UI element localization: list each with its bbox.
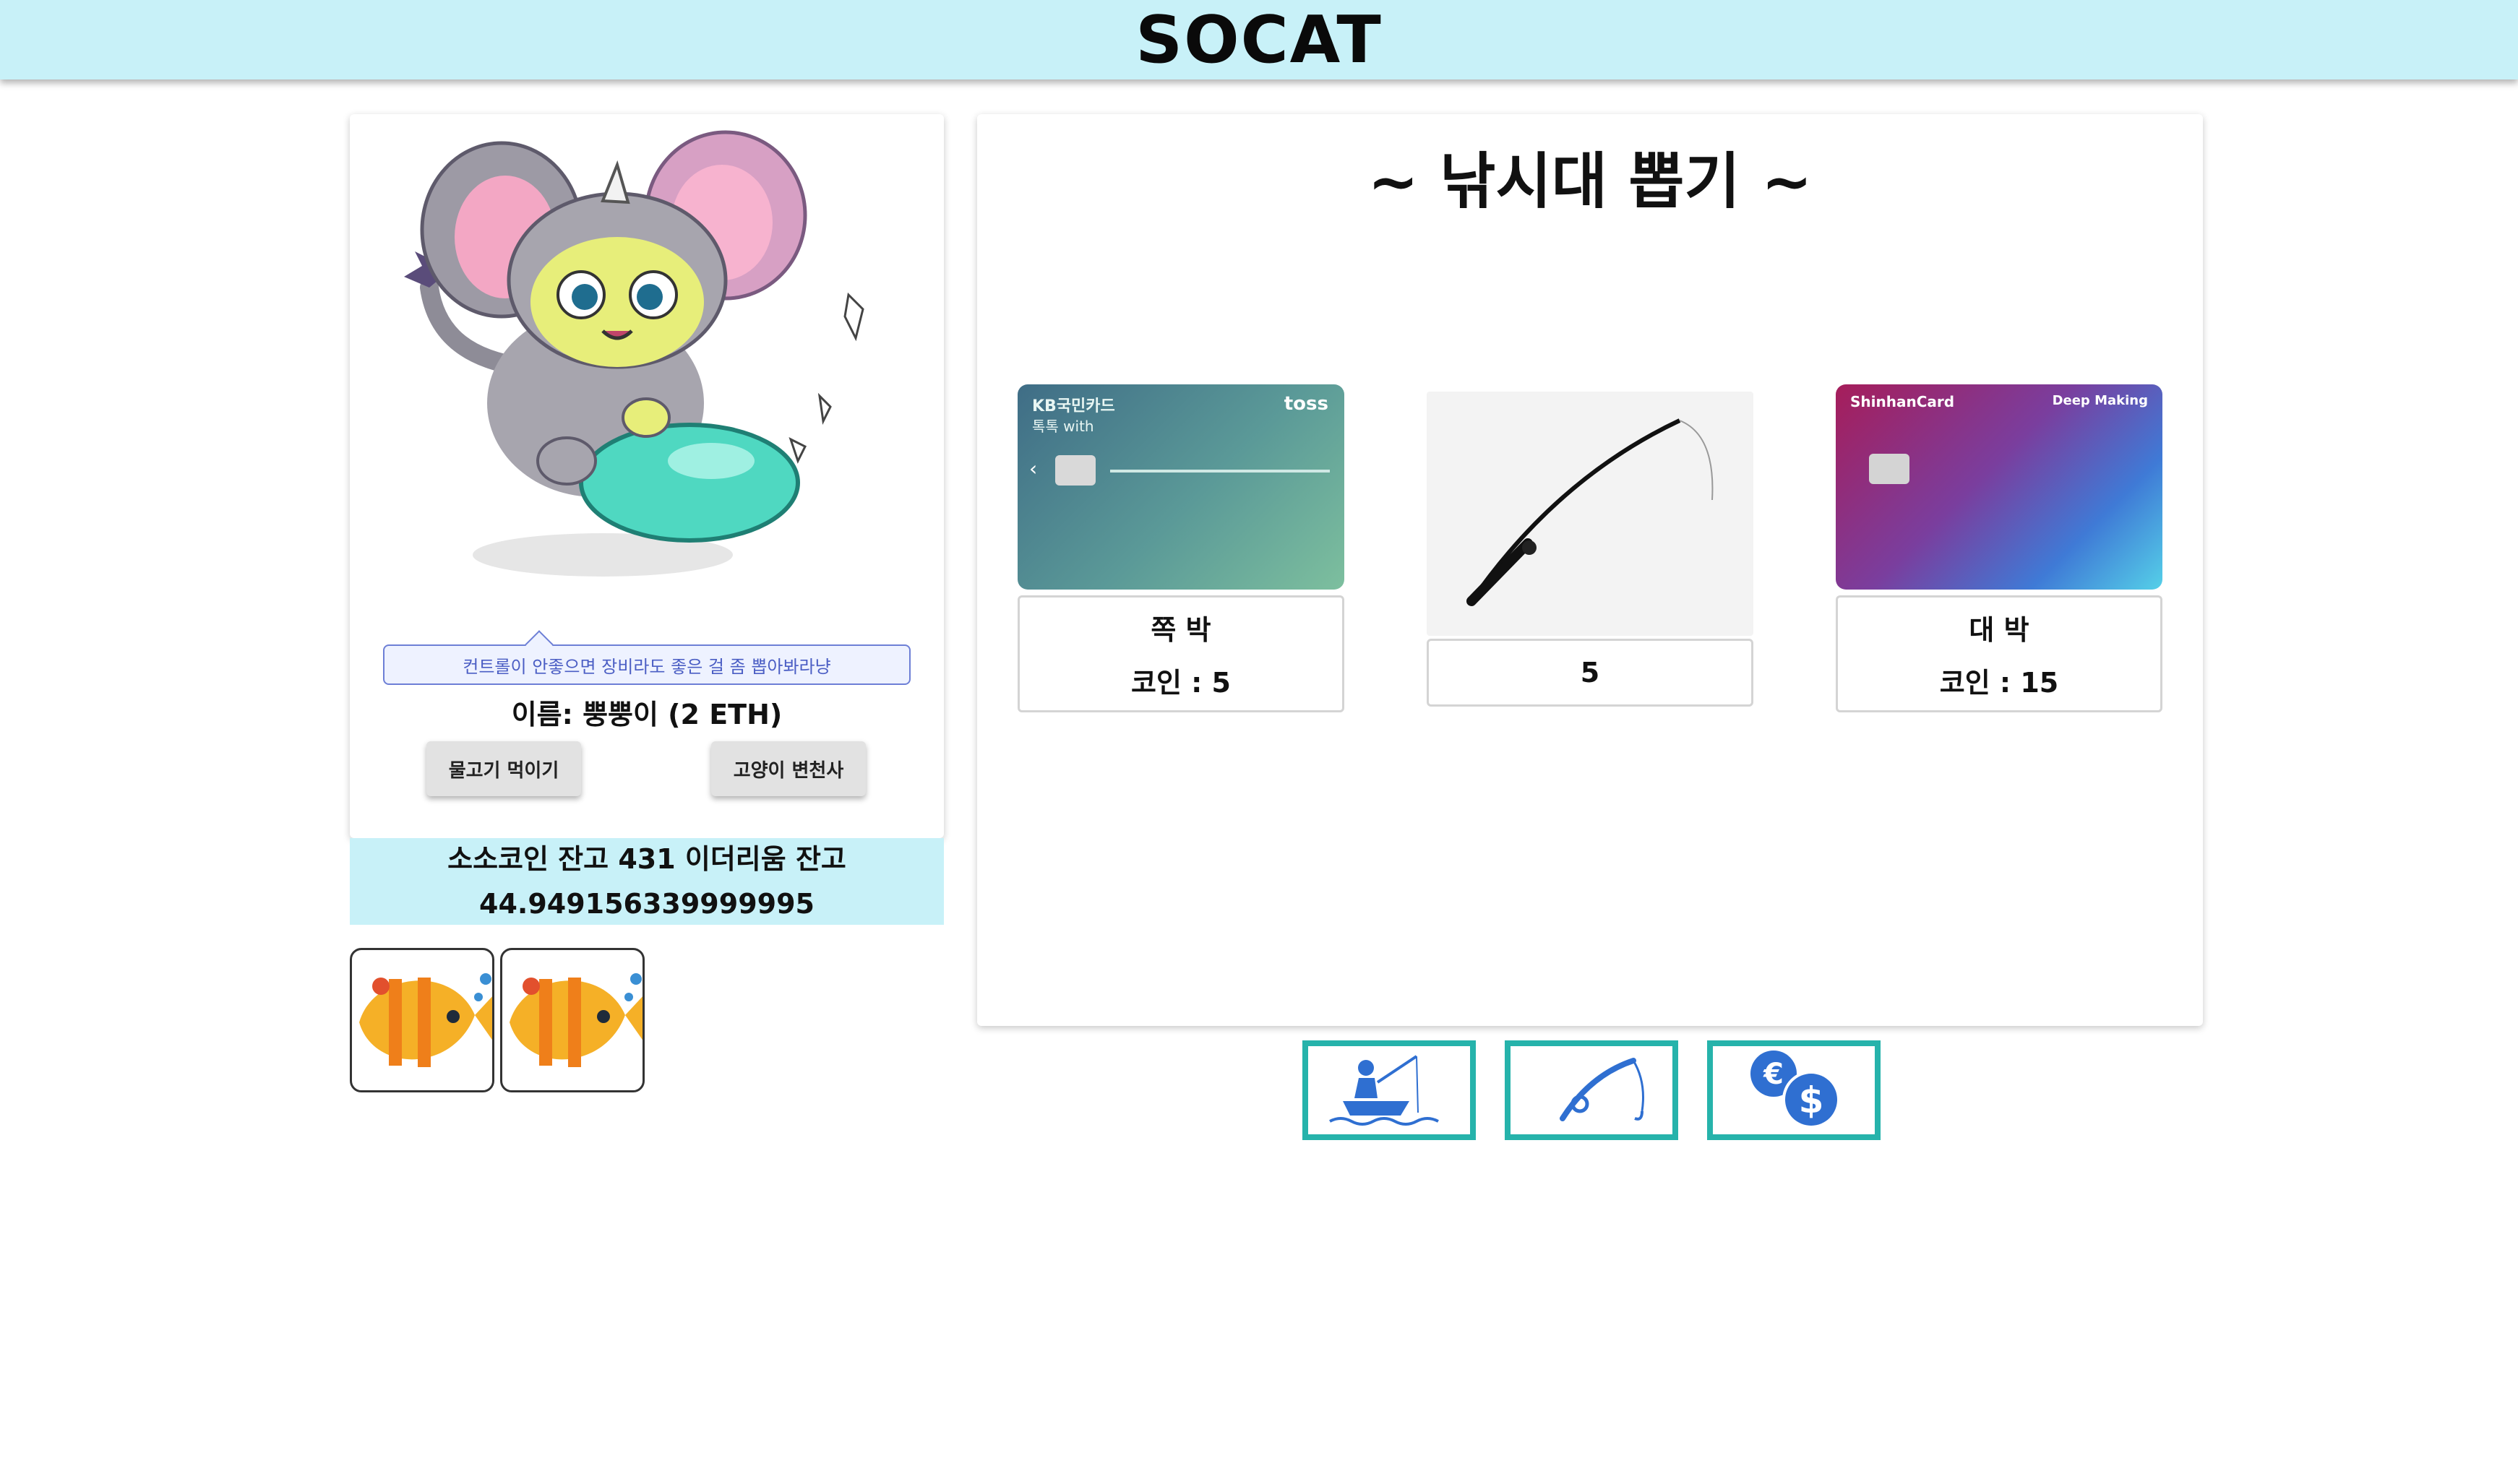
cat-name: 이름: 뿡뿡이 (2 ETH)	[511, 699, 783, 730]
fish-icon	[510, 973, 643, 1067]
kb-card-image: KB국민카드 톡톡 with toss ‹	[1018, 384, 1344, 590]
cat-history-button[interactable]: 고양이 변천사	[711, 741, 866, 796]
fishing-rod-icon	[1466, 418, 1714, 606]
chevron-left-icon: ‹	[1029, 457, 1038, 480]
cat-card: 컨트롤이 안좋으면 장비라도 좋은 걸 좀 뽑아봐라냥 이름: 뿡뿡이 (2 E…	[350, 114, 944, 838]
shinhan-card-image: ShinhanCard Deep Making	[1836, 384, 2162, 590]
right-result: 대 박	[1969, 614, 2029, 646]
fishing-rod-icon	[1560, 1058, 1644, 1121]
fishing-rod-image	[1427, 392, 1753, 636]
right-coin: 코인 : 15	[1939, 667, 2059, 699]
card-brand: KB국민카드	[1032, 397, 1115, 415]
center-value: 5	[1580, 657, 1600, 689]
card-brand-2: toss	[1284, 393, 1328, 415]
right-result-box: 대 박 코인 : 15	[1836, 595, 2162, 712]
card-product: 톡톡 with	[1032, 418, 1094, 435]
chip-icon	[1055, 455, 1096, 486]
exchange-button[interactable]: € $	[1707, 1040, 1881, 1140]
left-coin: 코인 : 5	[1130, 667, 1232, 699]
card-product: Deep Making	[2052, 393, 2148, 408]
balance-line1: 소소코인 잔고 431 이더리움 잔고	[447, 843, 846, 875]
balance-panel: 소소코인 잔고 431 이더리움 잔고 44.949156339999995	[350, 838, 944, 925]
app-header: SOCAT	[0, 0, 2518, 79]
cat-illustration	[404, 130, 864, 577]
svg-text:€: €	[1763, 1058, 1784, 1091]
currency-exchange-icon: € $	[1750, 1051, 1840, 1129]
left-result-box: 쪽 박 코인 : 5	[1018, 595, 1344, 712]
svg-text:$: $	[1799, 1079, 1824, 1121]
tip-bubble: 컨트롤이 안좋으면 장비라도 좋은 걸 좀 뽑아봐라냥	[383, 630, 911, 685]
gacha-panel: ~ 낚시대 뽑기 ~ KB국민카드 톡톡 with toss ‹ 쪽 박 코인 …	[977, 114, 2203, 1026]
left-result: 쪽 박	[1151, 614, 1211, 646]
fishing-boat-icon	[1329, 1055, 1439, 1126]
gacha-title: ~ 낚시대 뽑기 ~	[1367, 146, 1813, 217]
go-fishing-button[interactable]	[1302, 1040, 1476, 1140]
fish-icon	[359, 973, 492, 1067]
tip-text: 컨트롤이 안좋으면 장비라도 좋은 걸 좀 뽑아봐라냥	[463, 656, 831, 677]
feed-fish-button[interactable]: 물고기 먹이기	[426, 741, 581, 796]
card-line	[1110, 470, 1330, 473]
balance-line2: 44.949156339999995	[479, 888, 815, 920]
chip-icon	[1869, 454, 1909, 484]
app-title: SOCAT	[1135, 1, 1383, 78]
center-result-box: 5	[1427, 639, 1753, 707]
card-brand: ShinhanCard	[1850, 393, 1955, 410]
inventory-fish-item[interactable]	[500, 948, 645, 1092]
inventory-fish-item[interactable]	[350, 948, 494, 1092]
fishing-rod-button[interactable]	[1505, 1040, 1678, 1140]
